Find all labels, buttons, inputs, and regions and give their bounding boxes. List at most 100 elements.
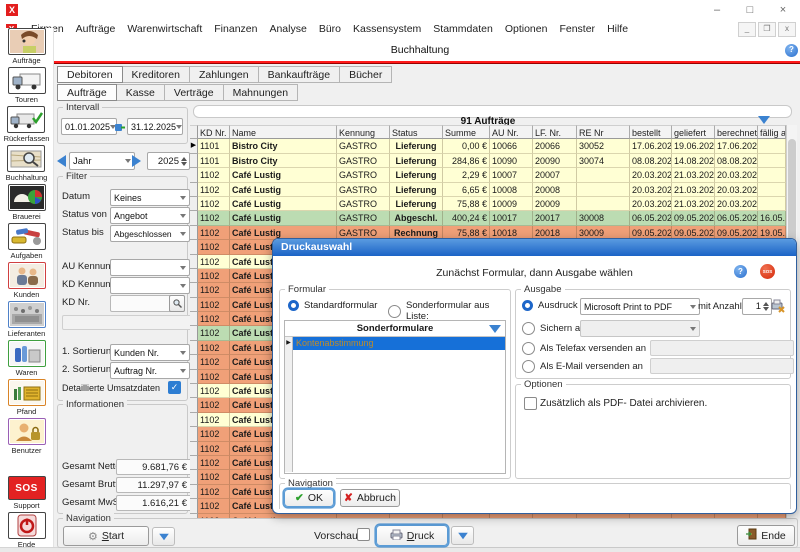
sidebar-item-ende[interactable]: Ende: [8, 512, 46, 549]
table-row[interactable]: 1102Café LustigGASTROLieferung75,88 €100…: [190, 197, 786, 211]
sidebar-item-benutzer[interactable]: Benutzer: [8, 418, 46, 455]
dialog-title[interactable]: Druckauswahl: [273, 239, 796, 256]
menu-item-finanzen[interactable]: Finanzen: [208, 23, 263, 35]
dialog-sos-icon[interactable]: SOS: [760, 264, 775, 279]
sidebar-item-auftraege[interactable]: Aufträge: [8, 28, 46, 65]
cell-berechnet: 08.08.2025: [715, 154, 758, 168]
sidebar-item-aufgaben[interactable]: Aufgaben: [8, 223, 46, 260]
email-radio[interactable]: Als E-Mail versenden an: [522, 360, 643, 373]
minimize-button[interactable]: –: [705, 3, 729, 18]
printer-select[interactable]: Microsoft Print to PDF: [580, 298, 700, 315]
table-row[interactable]: ▶1101Bistro CityGASTROLieferung0,00 €100…: [190, 139, 786, 153]
sort2-select[interactable]: Auftrag Nr.: [110, 362, 190, 379]
mdi-minimize-button[interactable]: _: [738, 22, 756, 37]
interval-to-select[interactable]: 31.12.2025: [127, 118, 183, 135]
column-header-kennung[interactable]: Kennung: [337, 125, 390, 139]
subtab-mahnungen[interactable]: Mahnungen: [224, 84, 298, 101]
cell-bestellt: 17.06.2025: [630, 139, 672, 153]
tab-bankaufträge[interactable]: Bankaufträge: [259, 66, 340, 83]
ende-button[interactable]: Ende: [737, 525, 795, 546]
sidebar-item-kunden[interactable]: Kunden: [8, 262, 46, 299]
sonderformular-radio[interactable]: Sonderformular aus Liste:: [388, 300, 510, 322]
subtab-verträge[interactable]: Verträge: [165, 84, 224, 101]
column-header-geliefert[interactable]: geliefert: [672, 125, 715, 139]
au-kennung-select[interactable]: [110, 259, 190, 276]
druck-button[interactable]: Druck: [376, 525, 448, 546]
column-header-bestellt[interactable]: bestellt: [630, 125, 672, 139]
anzahl-stepper[interactable]: 1: [742, 298, 772, 315]
maximize-button[interactable]: □: [738, 3, 762, 18]
dialog-help-icon[interactable]: ?: [734, 265, 747, 278]
mdi-restore-button[interactable]: ❐: [758, 22, 776, 37]
menu-item-warenwirtschaft[interactable]: Warenwirtschaft: [121, 23, 208, 35]
kdnr-input[interactable]: [110, 295, 176, 312]
column-header-summe[interactable]: Summe: [443, 125, 490, 139]
column-header-lf[interactable]: LF. Nr.: [533, 125, 577, 139]
start-dropdown-button[interactable]: [152, 527, 175, 546]
menu-item-aufträge[interactable]: Aufträge: [70, 23, 122, 35]
menu-item-kassensystem[interactable]: Kassensystem: [347, 23, 427, 35]
subtab-kasse[interactable]: Kasse: [117, 84, 165, 101]
table-row[interactable]: 1102Café LustigGASTROLieferung6,65 €1000…: [190, 183, 786, 197]
help-icon[interactable]: ?: [785, 44, 798, 57]
table-menu-arrow-icon[interactable]: [758, 116, 770, 124]
kd-kennung-select[interactable]: [110, 277, 190, 294]
abbruch-button[interactable]: ✘ Abbruch: [340, 489, 400, 507]
vorschau-checkbox[interactable]: [357, 528, 370, 541]
table-row[interactable]: 1102Café LustigGASTROAbgeschl.400,24 €10…: [190, 211, 786, 225]
menu-item-fenster[interactable]: Fenster: [553, 23, 601, 35]
column-header-status[interactable]: Status: [390, 125, 443, 139]
mdi-close-button[interactable]: x: [778, 22, 796, 37]
column-header-berechnet[interactable]: berechnet: [715, 125, 758, 139]
column-header-kd[interactable]: KD Nr.: [198, 125, 230, 139]
table-row[interactable]: 1102Café LustigGASTROLieferung2,29 €1000…: [190, 168, 786, 182]
sidebar-item-touren[interactable]: Touren: [8, 67, 46, 104]
kdnr-search-button[interactable]: [169, 295, 185, 312]
sort1-select[interactable]: Kunden Nr.: [110, 344, 190, 361]
sidebar-item-support[interactable]: SOS Support: [8, 476, 46, 510]
printer-settings-icon[interactable]: [771, 298, 786, 318]
sidebar-item-waren[interactable]: Waren: [8, 340, 46, 377]
menu-item-stammdaten[interactable]: Stammdaten: [427, 23, 499, 35]
detail-umsatz-checkbox[interactable]: ✓: [168, 381, 181, 394]
pdf-archiv-checkbox[interactable]: [524, 397, 537, 410]
sonderformular-list-item[interactable]: Kontenabstimmung: [293, 337, 505, 350]
year-stepper[interactable]: 2025: [147, 152, 190, 170]
tab-bücher[interactable]: Bücher: [340, 66, 392, 83]
sidebar-item-rueckerfassen[interactable]: Rückerfassen: [4, 106, 50, 143]
menu-item-analyse[interactable]: Analyse: [263, 23, 312, 35]
ok-button[interactable]: ✔ OK: [284, 489, 334, 507]
column-header-au[interactable]: AU Nr.: [490, 125, 533, 139]
tab-kreditoren[interactable]: Kreditoren: [123, 66, 190, 83]
start-button[interactable]: ⚙ Start: [63, 526, 149, 546]
menu-item-optionen[interactable]: Optionen: [499, 23, 554, 35]
menu-item-büro[interactable]: Büro: [313, 23, 347, 35]
prev-period-button[interactable]: [57, 155, 66, 167]
interval-unit-select[interactable]: Jahr: [69, 152, 135, 170]
close-button[interactable]: ×: [771, 3, 795, 18]
next-period-button[interactable]: [132, 155, 141, 167]
sichern-radio[interactable]: Sichern als: [522, 322, 587, 335]
subtab-aufträge[interactable]: Aufträge: [57, 84, 117, 101]
column-header-name[interactable]: Name: [230, 125, 337, 139]
standardformular-radio[interactable]: Standardformular: [288, 300, 377, 311]
sonderformulare-header[interactable]: Sonderformulare: [285, 321, 505, 337]
sidebar-item-lieferanten[interactable]: Lieferanten: [8, 301, 46, 338]
tab-debitoren[interactable]: Debitoren: [57, 66, 123, 83]
interval-link-icon[interactable]: [115, 120, 125, 138]
sidebar-item-brauerei[interactable]: Brauerei: [8, 184, 46, 221]
sidebar-item-buchhaltung[interactable]: Buchhaltung: [6, 145, 48, 182]
column-header-faellig[interactable]: fällig a: [758, 125, 786, 139]
druck-dropdown-button[interactable]: [451, 526, 474, 545]
status-bis-select[interactable]: Abgeschlossen: [110, 225, 190, 242]
column-header-re[interactable]: RE Nr: [577, 125, 630, 139]
menu-item-hilfe[interactable]: Hilfe: [601, 23, 634, 35]
telefax-radio[interactable]: Als Telefax versenden an: [522, 342, 646, 355]
interval-from-select[interactable]: 01.01.2025: [61, 118, 117, 135]
datum-select[interactable]: Keines: [110, 189, 190, 206]
status-von-select[interactable]: Angebot: [110, 207, 190, 224]
tab-zahlungen[interactable]: Zahlungen: [190, 66, 259, 83]
sidebar-item-pfand[interactable]: Pfand: [8, 379, 46, 416]
truck-check-icon: [7, 106, 45, 133]
table-row[interactable]: 1101Bistro CityGASTROLieferung284,86 €10…: [190, 154, 786, 168]
